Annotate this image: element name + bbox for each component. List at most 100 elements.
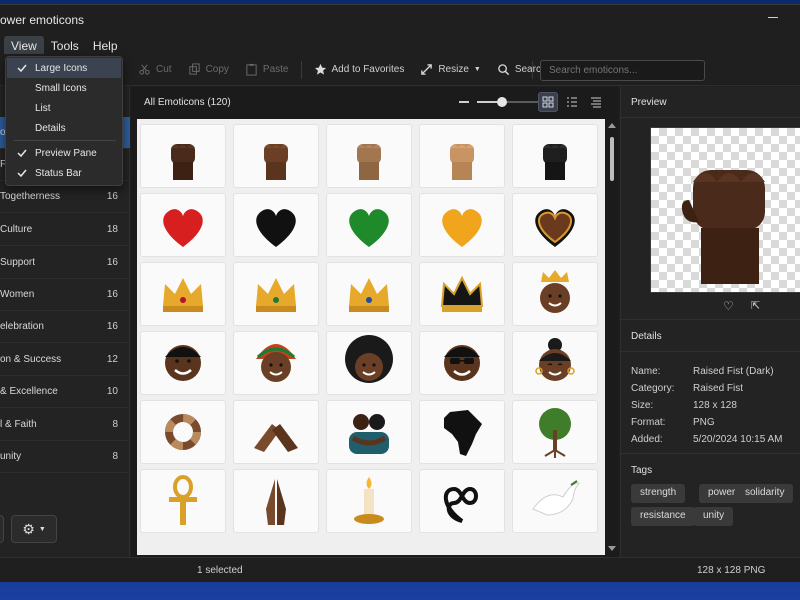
divider bbox=[621, 319, 800, 320]
category-count: 8 bbox=[112, 419, 118, 430]
emoticon-count-title: All Emoticons (120) bbox=[144, 96, 231, 108]
emoticon-red-heart[interactable] bbox=[140, 193, 226, 257]
menu-item-small-icons[interactable]: Small Icons bbox=[7, 78, 121, 98]
settings-button[interactable]: ⚙ ▼ bbox=[11, 515, 57, 543]
emoticon-ankh[interactable] bbox=[140, 469, 226, 533]
grid-view-button[interactable] bbox=[538, 92, 558, 112]
checkmark-icon bbox=[17, 64, 27, 73]
menu-item-list[interactable]: List bbox=[7, 98, 121, 118]
raised-fist-preview-icon bbox=[681, 170, 765, 284]
sidebar-left-button[interactable] bbox=[0, 515, 4, 543]
tag-chip[interactable]: strength bbox=[631, 484, 686, 503]
menu-tools[interactable]: Tools bbox=[44, 36, 86, 56]
emoticon-clasped-hands[interactable] bbox=[233, 400, 319, 464]
emoticon-man-sunglasses[interactable] bbox=[419, 331, 505, 395]
tag-chip[interactable]: resistance bbox=[631, 507, 695, 526]
menu-view[interactable]: View bbox=[4, 36, 44, 56]
browser-header: All Emoticons (120) bbox=[131, 87, 619, 117]
tag-chip[interactable]: solidarity bbox=[736, 484, 794, 503]
emoticon-tree-of-life[interactable] bbox=[512, 400, 598, 464]
toolbar-divider bbox=[300, 60, 302, 79]
favorite-heart-icon[interactable]: ♡ bbox=[723, 299, 734, 313]
emoticon-gold-crown-blue[interactable] bbox=[326, 262, 412, 326]
emoticon-gold-crown-green[interactable] bbox=[233, 262, 319, 326]
copy-icon bbox=[188, 63, 200, 75]
sidebar-item[interactable]: elebration 16 bbox=[0, 311, 130, 343]
copy-button[interactable]: Copy bbox=[180, 58, 237, 82]
minimize-button[interactable] bbox=[768, 17, 778, 18]
slider-knob[interactable] bbox=[497, 97, 507, 107]
tag-chip[interactable]: unity bbox=[694, 507, 734, 526]
search-input[interactable] bbox=[540, 60, 705, 81]
chevron-down-icon: ▼ bbox=[38, 525, 46, 533]
paste-button[interactable]: Paste bbox=[237, 58, 297, 82]
divider bbox=[621, 117, 800, 118]
details-view-button[interactable] bbox=[586, 92, 606, 112]
toolbar-divider bbox=[532, 61, 533, 79]
emoticon-woman-headwrap[interactable] bbox=[233, 331, 319, 395]
menu-item-status-bar[interactable]: Status Bar bbox=[7, 163, 121, 183]
category-count: 16 bbox=[106, 321, 118, 332]
emoticon-gold-crown-ruby[interactable] bbox=[140, 262, 226, 326]
emoticon-praying-hands[interactable] bbox=[233, 469, 319, 533]
scissors-icon bbox=[139, 64, 150, 75]
cut-button[interactable]: Cut bbox=[130, 58, 180, 82]
sidebar-item[interactable]: Support 16 bbox=[0, 247, 130, 279]
sidebar-item[interactable]: l & Faith 8 bbox=[0, 409, 130, 441]
emoticon-grid bbox=[137, 119, 605, 555]
category-label: Togetherness bbox=[0, 191, 61, 202]
emoticon-infinity-heart[interactable] bbox=[419, 469, 505, 533]
emoticon-raised-fist-black[interactable] bbox=[512, 124, 598, 188]
list-view-button[interactable] bbox=[562, 92, 582, 112]
icon-size-slider[interactable] bbox=[477, 97, 539, 107]
resize-button[interactable]: Resize ▼ bbox=[412, 58, 489, 82]
category-label: elebration bbox=[0, 321, 44, 332]
emoticon-black-gold-crown[interactable] bbox=[419, 262, 505, 326]
sidebar-item[interactable]: unity 8 bbox=[0, 441, 130, 473]
emoticon-woman-afro[interactable] bbox=[326, 331, 412, 395]
menu-item-large-icons[interactable]: Large Icons bbox=[7, 58, 121, 78]
tags-title: Tags bbox=[631, 465, 653, 476]
emoticon-circle-of-hands[interactable] bbox=[140, 400, 226, 464]
emoticon-hug[interactable] bbox=[326, 400, 412, 464]
emoticon-man-smiling[interactable] bbox=[140, 331, 226, 395]
view-menu-dropdown: Large Icons Small Icons List Details Pre… bbox=[5, 56, 123, 186]
emoticon-brown-heart[interactable] bbox=[512, 193, 598, 257]
detail-row-size: Size: 128 x 128 bbox=[631, 400, 737, 411]
emoticon-dove[interactable] bbox=[512, 469, 598, 533]
emoticon-raised-fist-dark[interactable] bbox=[140, 124, 226, 188]
scroll-thumb[interactable] bbox=[610, 137, 614, 181]
emoticon-africa-map[interactable] bbox=[419, 400, 505, 464]
emoticon-queen-with-crown[interactable] bbox=[512, 262, 598, 326]
menu-help[interactable]: Help bbox=[86, 36, 125, 56]
add-to-favorites-button[interactable]: Add to Favorites bbox=[306, 58, 413, 82]
category-count: 18 bbox=[106, 224, 118, 235]
detail-row-name: Name: Raised Fist (Dark) bbox=[631, 366, 774, 377]
grid-scrollbar[interactable] bbox=[607, 119, 617, 555]
cut-label: Cut bbox=[156, 64, 172, 75]
category-label: on & Success bbox=[0, 354, 62, 365]
emoticon-gold-heart[interactable] bbox=[419, 193, 505, 257]
emoticon-black-heart[interactable] bbox=[233, 193, 319, 257]
zoom-out-icon[interactable] bbox=[459, 101, 469, 103]
emoticon-candle[interactable] bbox=[326, 469, 412, 533]
emoticon-woman-hoops[interactable] bbox=[512, 331, 598, 395]
emoticon-green-heart[interactable] bbox=[326, 193, 412, 257]
search-icon bbox=[498, 64, 509, 76]
checkmark-icon bbox=[17, 169, 27, 178]
menu-item-details[interactable]: Details bbox=[7, 118, 121, 138]
sidebar-item[interactable]: on & Success 12 bbox=[0, 344, 130, 376]
category-label: unity bbox=[0, 451, 22, 462]
emoticon-raised-fist-medium-light[interactable] bbox=[419, 124, 505, 188]
scroll-up-arrow[interactable] bbox=[608, 123, 616, 128]
sidebar-item[interactable]: Women 16 bbox=[0, 279, 130, 311]
emoticon-raised-fist-medium-dark[interactable] bbox=[233, 124, 319, 188]
scroll-down-arrow[interactable] bbox=[608, 546, 616, 551]
share-icon[interactable]: ⇱ bbox=[751, 299, 760, 312]
sidebar-item[interactable]: Culture 18 bbox=[0, 214, 130, 246]
category-count: 8 bbox=[112, 451, 118, 462]
preview-title: Preview bbox=[631, 97, 667, 108]
emoticon-raised-fist-medium[interactable] bbox=[326, 124, 412, 188]
sidebar-item[interactable]: & Excellence 10 bbox=[0, 376, 130, 408]
menu-item-preview-pane[interactable]: Preview Pane bbox=[7, 143, 121, 163]
